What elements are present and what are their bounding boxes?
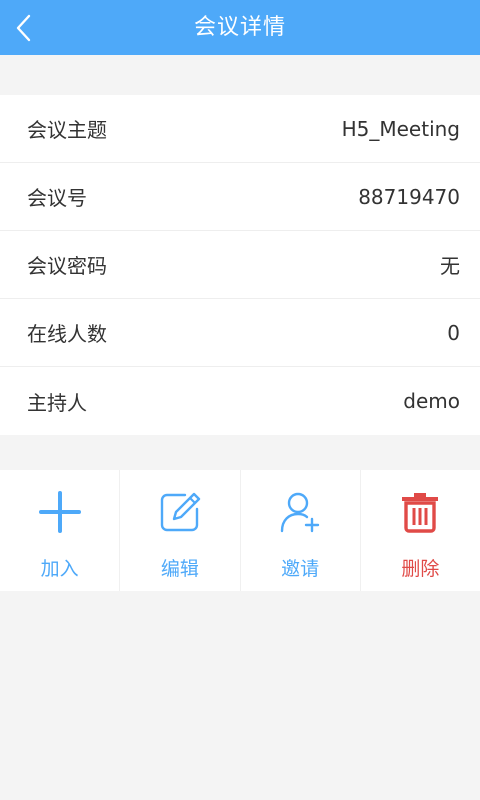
invite-button[interactable]: 邀请 bbox=[241, 470, 361, 591]
info-value: H5_Meeting bbox=[341, 116, 460, 141]
info-label: 会议号 bbox=[27, 186, 87, 210]
edit-icon bbox=[160, 492, 201, 532]
join-label: 加入 bbox=[40, 558, 79, 580]
app-header: 会议详情 bbox=[0, 0, 480, 55]
delete-button[interactable]: 删除 bbox=[361, 470, 480, 591]
info-row-meeting-number: 会议号 88719470 bbox=[0, 163, 480, 231]
page-title: 会议详情 bbox=[193, 15, 286, 40]
info-value: 88719470 bbox=[358, 184, 460, 209]
edit-button[interactable]: 编辑 bbox=[120, 470, 241, 591]
info-value: 0 bbox=[447, 320, 460, 345]
info-row-online-count: 在线人数 0 bbox=[0, 299, 480, 367]
meeting-info-list: 会议主题 H5_Meeting 会议号 88719470 会议密码 无 在线人数… bbox=[0, 95, 480, 435]
info-row-topic: 会议主题 H5_Meeting bbox=[0, 95, 480, 163]
info-label: 会议密码 bbox=[27, 254, 107, 278]
action-bar: 加入 编辑 邀请 删除 bbox=[0, 470, 480, 591]
info-label: 在线人数 bbox=[27, 322, 107, 346]
info-label: 会议主题 bbox=[27, 118, 107, 142]
trash-icon bbox=[402, 493, 439, 533]
plus-icon bbox=[38, 491, 81, 533]
info-label: 主持人 bbox=[27, 390, 87, 415]
join-button[interactable]: 加入 bbox=[0, 470, 121, 591]
add-user-icon bbox=[280, 492, 320, 533]
info-row-host: 主持人 demo bbox=[0, 367, 480, 435]
info-value: 无 bbox=[440, 254, 460, 278]
info-value: demo bbox=[403, 389, 460, 413]
delete-label: 删除 bbox=[401, 558, 440, 580]
edit-label: 编辑 bbox=[160, 558, 199, 580]
info-row-password: 会议密码 无 bbox=[0, 231, 480, 299]
invite-label: 邀请 bbox=[281, 558, 320, 580]
